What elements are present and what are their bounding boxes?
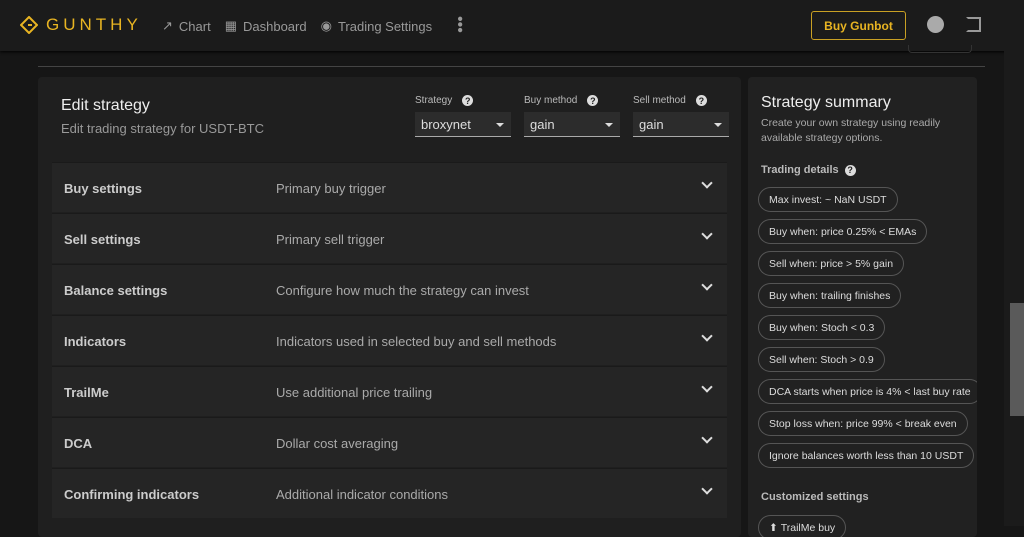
scrollbar-track[interactable]: [1004, 51, 1024, 526]
accordion-section[interactable]: Confirming indicators Additional indicato…: [52, 468, 727, 518]
accordion-section[interactable]: Indicators Indicators used in selected bu…: [52, 315, 727, 365]
section-desc: Dollar cost averaging: [276, 436, 399, 451]
accordion-section[interactable]: Balance settings Configure how much the s…: [52, 264, 727, 314]
chevron-down-icon[interactable]: [701, 177, 713, 189]
section-name: DCA: [64, 436, 93, 451]
section-desc: Configure how much the strategy can inve…: [276, 283, 529, 298]
section-name: Sell settings: [64, 232, 141, 247]
buy-gunbot-button[interactable]: Buy Gunbot: [811, 11, 906, 40]
accordion-section[interactable]: TrailMe Use additional price trailing: [52, 366, 727, 416]
logout-icon[interactable]: [966, 17, 981, 32]
help-icon[interactable]: ?: [844, 164, 856, 176]
nav-label: Chart: [178, 18, 211, 34]
section-desc: Indicators used in selected buy and sell…: [276, 334, 557, 349]
chevron-down-icon[interactable]: [701, 228, 713, 240]
accordion-section[interactable]: Buy settings Primary buy trigger: [52, 162, 727, 212]
summary-chip: Ignore balances worth less than 10 USDT: [758, 443, 975, 468]
custom-setting-chip: ⬆ TrailMe buy: [758, 515, 847, 537]
dashboard-icon: ▦: [224, 18, 237, 33]
help-icon[interactable]: ?: [462, 95, 474, 106]
accordion-section[interactable]: DCA Dollar cost averaging: [52, 417, 727, 467]
logo[interactable]: GUNTHY: [20, 15, 142, 35]
divider: [38, 66, 985, 67]
select-label: Sell method: [633, 95, 686, 106]
chip-text: TrailMe buy: [780, 521, 836, 534]
section-name: TrailMe: [64, 385, 109, 400]
select-label: Buy method: [524, 95, 578, 106]
summary-chip: Buy when: Stoch < 0.3: [758, 315, 886, 340]
nav-trading-settings[interactable]: ◉ Trading Settings: [321, 18, 433, 34]
help-icon[interactable]: ?: [587, 95, 599, 106]
buy-method-select[interactable]: Buy method? gain: [524, 95, 620, 137]
help-icon[interactable]: ?: [695, 95, 707, 106]
collapsed-panel-edge: [908, 45, 972, 53]
section-name: Confirming indicators: [64, 487, 200, 502]
section-name: Balance settings: [64, 283, 168, 298]
page-subtitle: Edit trading strategy for USDT-BTC: [61, 121, 265, 136]
section-desc: Primary buy trigger: [276, 181, 386, 196]
trend-icon: ↗: [162, 18, 173, 33]
section-name: Indicators: [64, 334, 127, 349]
summary-chip: Sell when: price > 5% gain: [758, 251, 905, 276]
summary-chip: Sell when: Stoch > 0.9: [758, 347, 885, 372]
section-desc: Primary sell trigger: [276, 232, 385, 247]
top-bar: GUNTHY ↗ Chart ▦ Dashboard ◉ Trading Settin…: [0, 0, 1024, 51]
select-label: Strategy: [415, 95, 453, 106]
summary-chip: DCA starts when price is 4% < last buy r…: [758, 379, 977, 404]
summary-chip: Stop loss when: price 99% < break even: [758, 411, 968, 436]
strategy-summary-panel: Strategy summary Create your own strateg…: [748, 77, 977, 537]
edit-strategy-panel: Edit strategy Edit trading strategy for …: [38, 77, 741, 537]
section-desc: Additional indicator conditions: [276, 487, 448, 502]
strategy-select[interactable]: Strategy? broxynet: [415, 95, 511, 137]
chevron-down-icon[interactable]: [701, 381, 713, 393]
summary-subtitle: Create your own strategy using readily a…: [761, 117, 941, 144]
summary-chip: Buy when: trailing finishes: [758, 283, 902, 308]
arrow-up-icon: ⬆: [769, 521, 781, 534]
gunthy-logo-icon: [20, 16, 38, 34]
nav-chart[interactable]: ↗ Chart: [162, 18, 211, 34]
accordion-section[interactable]: Sell settings Primary sell trigger: [52, 213, 727, 263]
more-menu-icon[interactable]: •••: [451, 16, 468, 33]
summary-chip: Buy when: price 0.25% < EMAs: [758, 219, 928, 244]
chevron-down-icon[interactable]: [701, 279, 713, 291]
logo-text: GUNTHY: [46, 15, 142, 34]
chevron-down-icon[interactable]: [701, 483, 713, 495]
nav-dashboard[interactable]: ▦ Dashboard: [225, 18, 307, 34]
select-value[interactable]: broxynet: [415, 112, 511, 137]
section-desc: Use additional price trailing: [276, 385, 433, 400]
summary-title: Strategy summary: [761, 94, 891, 111]
trading-details-heading: Trading details?: [761, 164, 856, 176]
scrollbar-thumb[interactable]: [1010, 303, 1024, 416]
select-value[interactable]: gain: [524, 112, 620, 137]
account-icon[interactable]: [927, 16, 944, 33]
chevron-down-icon[interactable]: [701, 330, 713, 342]
nav-label: Trading Settings: [337, 18, 433, 34]
chevron-down-icon[interactable]: [701, 432, 713, 444]
sell-method-select[interactable]: Sell method? gain: [633, 95, 729, 137]
summary-chip: Max invest: ~ NaN USDT: [758, 187, 898, 212]
settings-icon: ◉: [320, 18, 332, 33]
page-title: Edit strategy: [61, 97, 150, 114]
customized-settings-heading: Customized settings: [761, 491, 869, 503]
heading-text: Trading details: [761, 164, 839, 176]
section-name: Buy settings: [64, 181, 143, 196]
nav-label: Dashboard: [243, 18, 307, 34]
select-value[interactable]: gain: [633, 112, 729, 137]
